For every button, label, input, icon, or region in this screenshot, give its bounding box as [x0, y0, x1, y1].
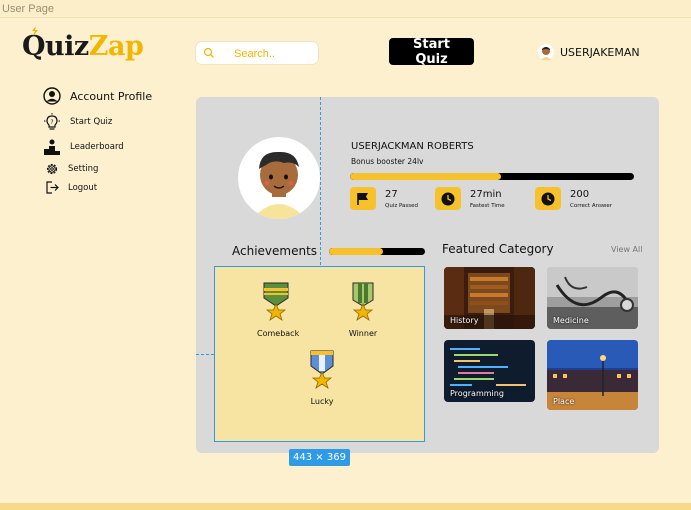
frame-label: User Page	[2, 3, 54, 15]
category-card-place[interactable]: Place	[547, 340, 638, 410]
category-label: History	[450, 316, 479, 325]
profile-progress-fill	[350, 173, 501, 180]
featured-category-title: Featured Category	[442, 242, 554, 256]
achievements-title: Achievements	[232, 244, 318, 258]
stat-icon-box	[435, 187, 461, 210]
bottom-strip	[0, 503, 691, 510]
logout-icon	[46, 181, 59, 194]
category-card-programming[interactable]: Programming	[444, 340, 535, 402]
sidebar-item-leaderboard[interactable]: Leaderboard	[43, 138, 124, 156]
stat-label: Correct Answer	[570, 203, 613, 209]
medal-label: Comeback	[257, 329, 300, 338]
sidebar-item-label: Setting	[68, 164, 99, 174]
logo-text-zap: Zap	[88, 31, 144, 62]
search-icon	[203, 47, 214, 58]
sidebar-item-label: Account Profile	[70, 89, 153, 103]
search-bar[interactable]	[196, 42, 318, 64]
medal-icon	[310, 350, 334, 389]
medal-label: Lucky	[310, 397, 334, 406]
svg-text:?: ?	[50, 119, 53, 126]
gear-icon	[46, 163, 58, 175]
sidebar-item-label: Start Quiz	[70, 117, 113, 127]
podium-icon	[44, 139, 60, 155]
category-card-medicine[interactable]: Medicine	[547, 267, 638, 329]
avatar-icon	[538, 44, 554, 60]
medal-label: Winner	[348, 329, 378, 338]
category-label: Place	[553, 397, 575, 406]
avatar-illustration	[252, 151, 306, 219]
medal-icon	[263, 282, 289, 321]
category-label: Medicine	[553, 316, 589, 325]
sidebar-item-start-quiz[interactable]: ? Start Quiz	[43, 113, 112, 131]
medal-comeback[interactable]: Comeback	[257, 282, 300, 338]
profile-avatar	[238, 137, 320, 219]
sidebar-item-setting[interactable]: Setting	[45, 162, 98, 176]
clock-icon	[441, 192, 455, 206]
stat-value: 27min	[470, 189, 502, 200]
sidebar-item-label: Logout	[68, 182, 98, 193]
lightning-icon	[32, 26, 38, 36]
category-card-history[interactable]: History	[444, 267, 535, 329]
username: USERJAKEMAN	[560, 45, 640, 59]
guide-line-horizontal	[196, 354, 214, 355]
medal-winner[interactable]: Winner	[344, 282, 382, 338]
lightbulb-icon: ?	[44, 113, 60, 130]
guide-line-vertical	[320, 97, 321, 265]
flag-icon	[357, 193, 368, 205]
sidebar-item-account-profile[interactable]: Account Profile	[43, 87, 152, 105]
view-all-link[interactable]: View All	[611, 245, 642, 254]
search-input[interactable]	[232, 45, 316, 63]
start-quiz-button[interactable]: Start Quiz	[389, 37, 474, 67]
profile-subtitle: Bonus booster 24lv	[351, 157, 424, 166]
category-label: Programming	[450, 389, 504, 398]
stat-value: 200	[570, 189, 590, 200]
stat-label: Quiz Passed	[385, 203, 419, 209]
logo[interactable]: QuizZap	[22, 31, 144, 62]
stat-icon-box	[350, 187, 376, 210]
stat-label: Fastest Time	[470, 203, 505, 209]
stat-value: 27	[385, 189, 398, 200]
achievements-progress-fill	[329, 248, 383, 255]
user-menu[interactable]: USERJAKEMAN	[538, 44, 640, 60]
profile-progress-bar	[350, 173, 634, 180]
medal-lucky[interactable]: Lucky	[303, 350, 341, 406]
clock-icon	[541, 192, 555, 206]
sidebar-item-logout[interactable]: Logout	[46, 181, 97, 194]
achievements-progress-bar	[329, 248, 425, 255]
sidebar-item-label: Leaderboard	[70, 142, 124, 152]
profile-name: USERJACKMAN ROBERTS	[351, 141, 474, 152]
user-circle-icon	[43, 87, 61, 105]
selection-size-badge: 443 × 369	[289, 449, 350, 466]
medal-icon	[352, 282, 374, 321]
stat-icon-box	[535, 187, 561, 210]
